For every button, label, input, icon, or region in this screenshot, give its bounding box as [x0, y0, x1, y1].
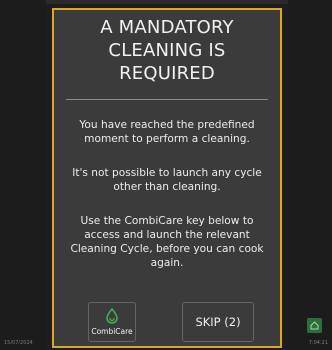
skip-button[interactable]: SKIP (2)	[182, 302, 254, 342]
home-button[interactable]	[307, 318, 322, 333]
droplet-icon	[106, 308, 118, 324]
time-display: 7:04:21	[308, 340, 328, 346]
title-line-3: REQUIRED	[119, 63, 215, 84]
dialog-title: A MANDATORY CLEANING IS REQUIRED	[54, 16, 280, 85]
left-panel	[0, 0, 46, 350]
combicare-button[interactable]: CombiCare	[88, 302, 136, 342]
title-line-2: CLEANING IS	[108, 40, 226, 61]
cleaning-required-dialog: A MANDATORY CLEANING IS REQUIRED You hav…	[52, 8, 282, 348]
home-icon	[310, 321, 319, 330]
date-display: 15/07/2024	[4, 340, 33, 346]
right-panel	[288, 0, 332, 350]
top-bar	[46, 0, 288, 4]
message-cycle-restriction: It's not possible to launch any cycle ot…	[72, 167, 262, 193]
title-line-1: A MANDATORY	[100, 17, 234, 38]
message-predefined-moment: You have reached the predefined moment t…	[79, 119, 255, 145]
message-use-combicare: Use the CombiCare key below to access an…	[70, 215, 264, 269]
title-divider	[66, 99, 268, 100]
combicare-label: CombiCare	[91, 327, 133, 336]
skip-label: SKIP (2)	[195, 315, 241, 329]
